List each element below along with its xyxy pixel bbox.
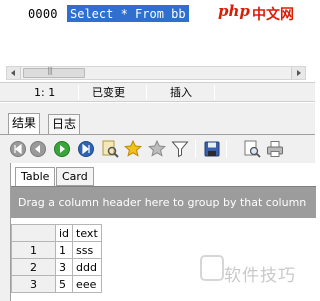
cursor-position: 1: 1 (34, 86, 56, 99)
row-number[interactable]: 3 (11, 275, 56, 293)
result-table: id text 1 1 sss 2 3 ddd 3 5 eee (11, 224, 102, 293)
horizontal-scrollbar[interactable] (6, 66, 306, 80)
watermark-text: 软件技巧 (224, 266, 296, 286)
tab-card-view[interactable]: Card (56, 167, 94, 186)
favorite-icon[interactable] (124, 140, 142, 158)
php-cn-logo: 中文网 (252, 7, 294, 23)
table-row[interactable]: 3 5 eee (11, 275, 102, 293)
print-preview-icon[interactable] (243, 140, 261, 158)
find-icon[interactable] (101, 140, 119, 158)
record-toolbar (0, 136, 315, 162)
insert-mode-status: 插入 (170, 86, 192, 99)
row-number[interactable]: 2 (11, 258, 56, 276)
status-divider (214, 85, 215, 100)
toolbar-divider (195, 140, 196, 158)
group-by-panel[interactable]: Drag a column header here to group by th… (11, 186, 316, 218)
tab-strip-border (0, 134, 315, 135)
line-number: 0000 (28, 7, 58, 21)
line-number-gutter: 0000 (0, 0, 66, 65)
column-header-text[interactable]: text (72, 224, 102, 242)
favorite-add-icon[interactable] (148, 140, 166, 158)
next-record-icon[interactable] (53, 140, 71, 158)
cell-id[interactable]: 3 (54, 258, 74, 276)
scroll-right-arrow-icon[interactable] (291, 67, 305, 79)
php-logo: php (218, 2, 250, 20)
status-bar: 1: 1 已变更 插入 (0, 82, 315, 102)
sql-code-selected[interactable]: Select * From bb (67, 5, 189, 22)
row-number[interactable]: 1 (11, 241, 56, 259)
print-icon[interactable] (266, 140, 284, 158)
save-icon[interactable] (203, 140, 221, 158)
scrollbar-thumb[interactable] (23, 66, 85, 78)
tab-table-view[interactable]: Table (15, 167, 56, 187)
header-row: id text (11, 224, 102, 242)
tab-log[interactable]: 日志 (48, 114, 81, 134)
previous-record-icon[interactable] (29, 140, 47, 158)
cell-text[interactable]: eee (72, 275, 102, 293)
cell-id[interactable]: 5 (54, 275, 74, 293)
row-indicator-header[interactable] (11, 224, 56, 242)
first-record-icon[interactable] (9, 140, 27, 158)
scroll-left-arrow-icon[interactable] (7, 67, 21, 79)
modified-status: 已变更 (92, 86, 125, 99)
cell-text[interactable]: ddd (72, 258, 102, 276)
table-row[interactable]: 1 1 sss (11, 241, 102, 259)
tab-results[interactable]: 结果 (8, 113, 41, 135)
status-divider (78, 85, 79, 100)
toolbar-divider (226, 140, 227, 158)
status-divider (146, 85, 147, 100)
group-by-hint: Drag a column header here to group by th… (18, 196, 307, 209)
watermark-logo-icon (200, 255, 224, 281)
sql-editor[interactable]: 0000 Select * From bb php 中文网 (0, 0, 315, 65)
table-row[interactable]: 2 3 ddd (11, 258, 102, 276)
cell-id[interactable]: 1 (54, 241, 74, 259)
column-header-id[interactable]: id (54, 224, 74, 242)
cell-text[interactable]: sss (72, 241, 102, 259)
filter-icon[interactable] (171, 140, 189, 158)
last-record-icon[interactable] (77, 140, 95, 158)
